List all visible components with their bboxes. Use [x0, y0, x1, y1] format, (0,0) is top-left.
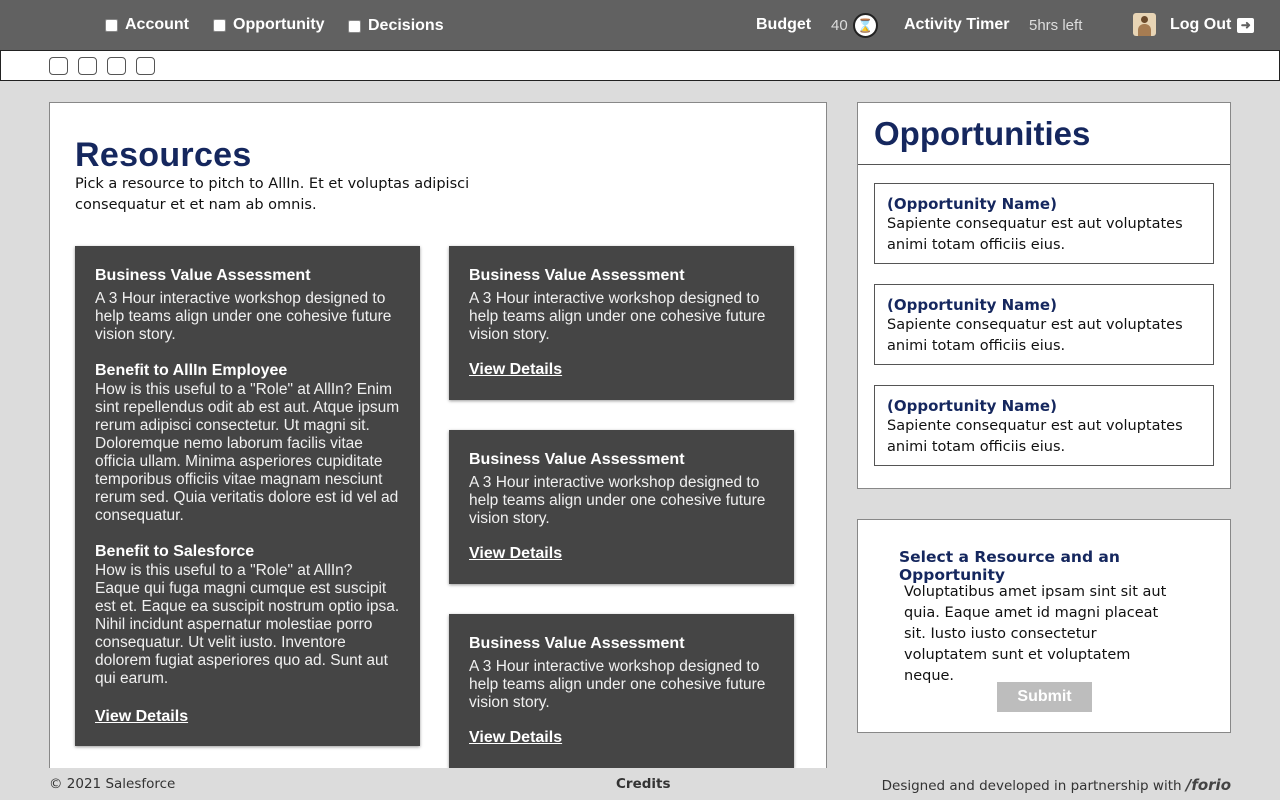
resource-card-description: A 3 Hour interactive workshop designed t… — [469, 290, 766, 343]
resource-card-description: A 3 Hour interactive workshop designed t… — [469, 474, 766, 527]
tab-opportunity[interactable]: Opportunity — [213, 16, 325, 34]
toolbar-box[interactable] — [78, 57, 97, 75]
resource-card-title: Business Value Assessment — [95, 267, 311, 284]
top-nav-bar: Account Opportunity Decisions Budget 40 … — [0, 0, 1280, 50]
resource-card-description: A 3 Hour interactive workshop designed t… — [95, 290, 392, 343]
selection-title: Select a Resource and an Opportunity — [899, 548, 1120, 584]
checkbox-icon[interactable] — [105, 18, 118, 32]
view-details-link[interactable]: View Details — [469, 361, 562, 379]
toolbar-box[interactable] — [49, 57, 68, 75]
activity-timer-value: 5hrs left — [1029, 17, 1083, 34]
resource-card-title: Business Value Assessment — [469, 267, 685, 284]
resource-card-featured[interactable]: Business Value Assessment A 3 Hour inter… — [75, 246, 420, 746]
copyright-text: © 2021 Salesforce — [49, 776, 176, 792]
partner-logo[interactable]: /forio — [1186, 776, 1231, 794]
resources-title: Resources — [75, 136, 252, 174]
toolbar-box[interactable] — [107, 57, 126, 75]
selection-panel: Select a Resource and an Opportunity Vol… — [857, 519, 1231, 733]
opportunities-title: Opportunities — [874, 115, 1091, 152]
view-details-link[interactable]: View Details — [469, 545, 562, 563]
opportunity-item[interactable]: (Opportunity Name) Sapiente consequatur … — [874, 284, 1214, 365]
logout-button[interactable]: Log Out ➜ — [1170, 16, 1255, 34]
opportunities-panel: Opportunities (Opportunity Name) Sapient… — [857, 102, 1231, 489]
footer: © 2021 Salesforce Credits Designed and d… — [0, 768, 1280, 800]
budget-label: Budget — [756, 16, 812, 33]
resource-card-title: Business Value Assessment — [469, 451, 685, 468]
tab-label: Opportunity — [233, 16, 325, 33]
resource-card[interactable]: Business Value Assessment A 3 Hour inter… — [449, 430, 794, 584]
resources-panel: Resources Pick a resource to pitch to Al… — [49, 102, 827, 782]
opportunities-header: Opportunities — [858, 103, 1230, 165]
opportunity-description: Sapiente consequatur est aut voluptates … — [887, 216, 1183, 253]
benefit-employee-title: Benefit to AllIn Employee — [95, 362, 288, 379]
opportunity-description: Sapiente consequatur est aut voluptates … — [887, 418, 1183, 455]
designed-by-text: Designed and developed in partnership wi… — [881, 778, 1182, 794]
opportunity-name: (Opportunity Name) — [887, 195, 1057, 213]
resource-card-description: A 3 Hour interactive workshop designed t… — [469, 658, 766, 711]
toolbar-strip — [0, 50, 1280, 81]
resources-description: Pick a resource to pitch to AllIn. Et et… — [75, 176, 470, 213]
view-details-link[interactable]: View Details — [469, 729, 562, 747]
tab-label: Decisions — [368, 17, 444, 34]
resource-card[interactable]: Business Value Assessment A 3 Hour inter… — [449, 614, 794, 768]
activity-timer-label: Activity Timer — [904, 16, 1010, 33]
tab-decisions[interactable]: Decisions — [348, 17, 444, 35]
opportunity-item[interactable]: (Opportunity Name) Sapiente consequatur … — [874, 385, 1214, 466]
tab-account[interactable]: Account — [105, 16, 189, 34]
resource-card[interactable]: Business Value Assessment A 3 Hour inter… — [449, 246, 794, 400]
hourglass-icon: ⌛ — [853, 13, 878, 38]
submit-button[interactable]: Submit — [997, 682, 1092, 712]
checkbox-icon[interactable] — [348, 19, 361, 33]
opportunity-description: Sapiente consequatur est aut voluptates … — [887, 317, 1183, 354]
view-details-link[interactable]: View Details — [95, 708, 188, 726]
partner-credit: Designed and developed in partnership wi… — [882, 776, 1231, 794]
avatar[interactable] — [1133, 13, 1156, 36]
checkbox-icon[interactable] — [213, 18, 226, 32]
budget-value: 40 — [831, 17, 848, 34]
benefit-salesforce-title: Benefit to Salesforce — [95, 543, 255, 560]
toolbar-box[interactable] — [136, 57, 155, 75]
benefit-salesforce-text: How is this useful to a "Role" at AllIn?… — [95, 562, 400, 687]
opportunity-name: (Opportunity Name) — [887, 397, 1057, 415]
credits-link[interactable]: Credits — [616, 776, 671, 792]
tab-label: Account — [125, 16, 189, 33]
resource-card-title: Business Value Assessment — [469, 635, 685, 652]
opportunity-item[interactable]: (Opportunity Name) Sapiente consequatur … — [874, 183, 1214, 264]
logout-arrow-icon: ➜ — [1237, 17, 1255, 33]
logout-label: Log Out — [1170, 16, 1232, 33]
benefit-employee-text: How is this useful to a "Role" at AllIn?… — [95, 381, 400, 524]
opportunity-name: (Opportunity Name) — [887, 296, 1057, 314]
selection-description: Voluptatibus amet ipsam sint sit aut qui… — [904, 584, 1167, 684]
